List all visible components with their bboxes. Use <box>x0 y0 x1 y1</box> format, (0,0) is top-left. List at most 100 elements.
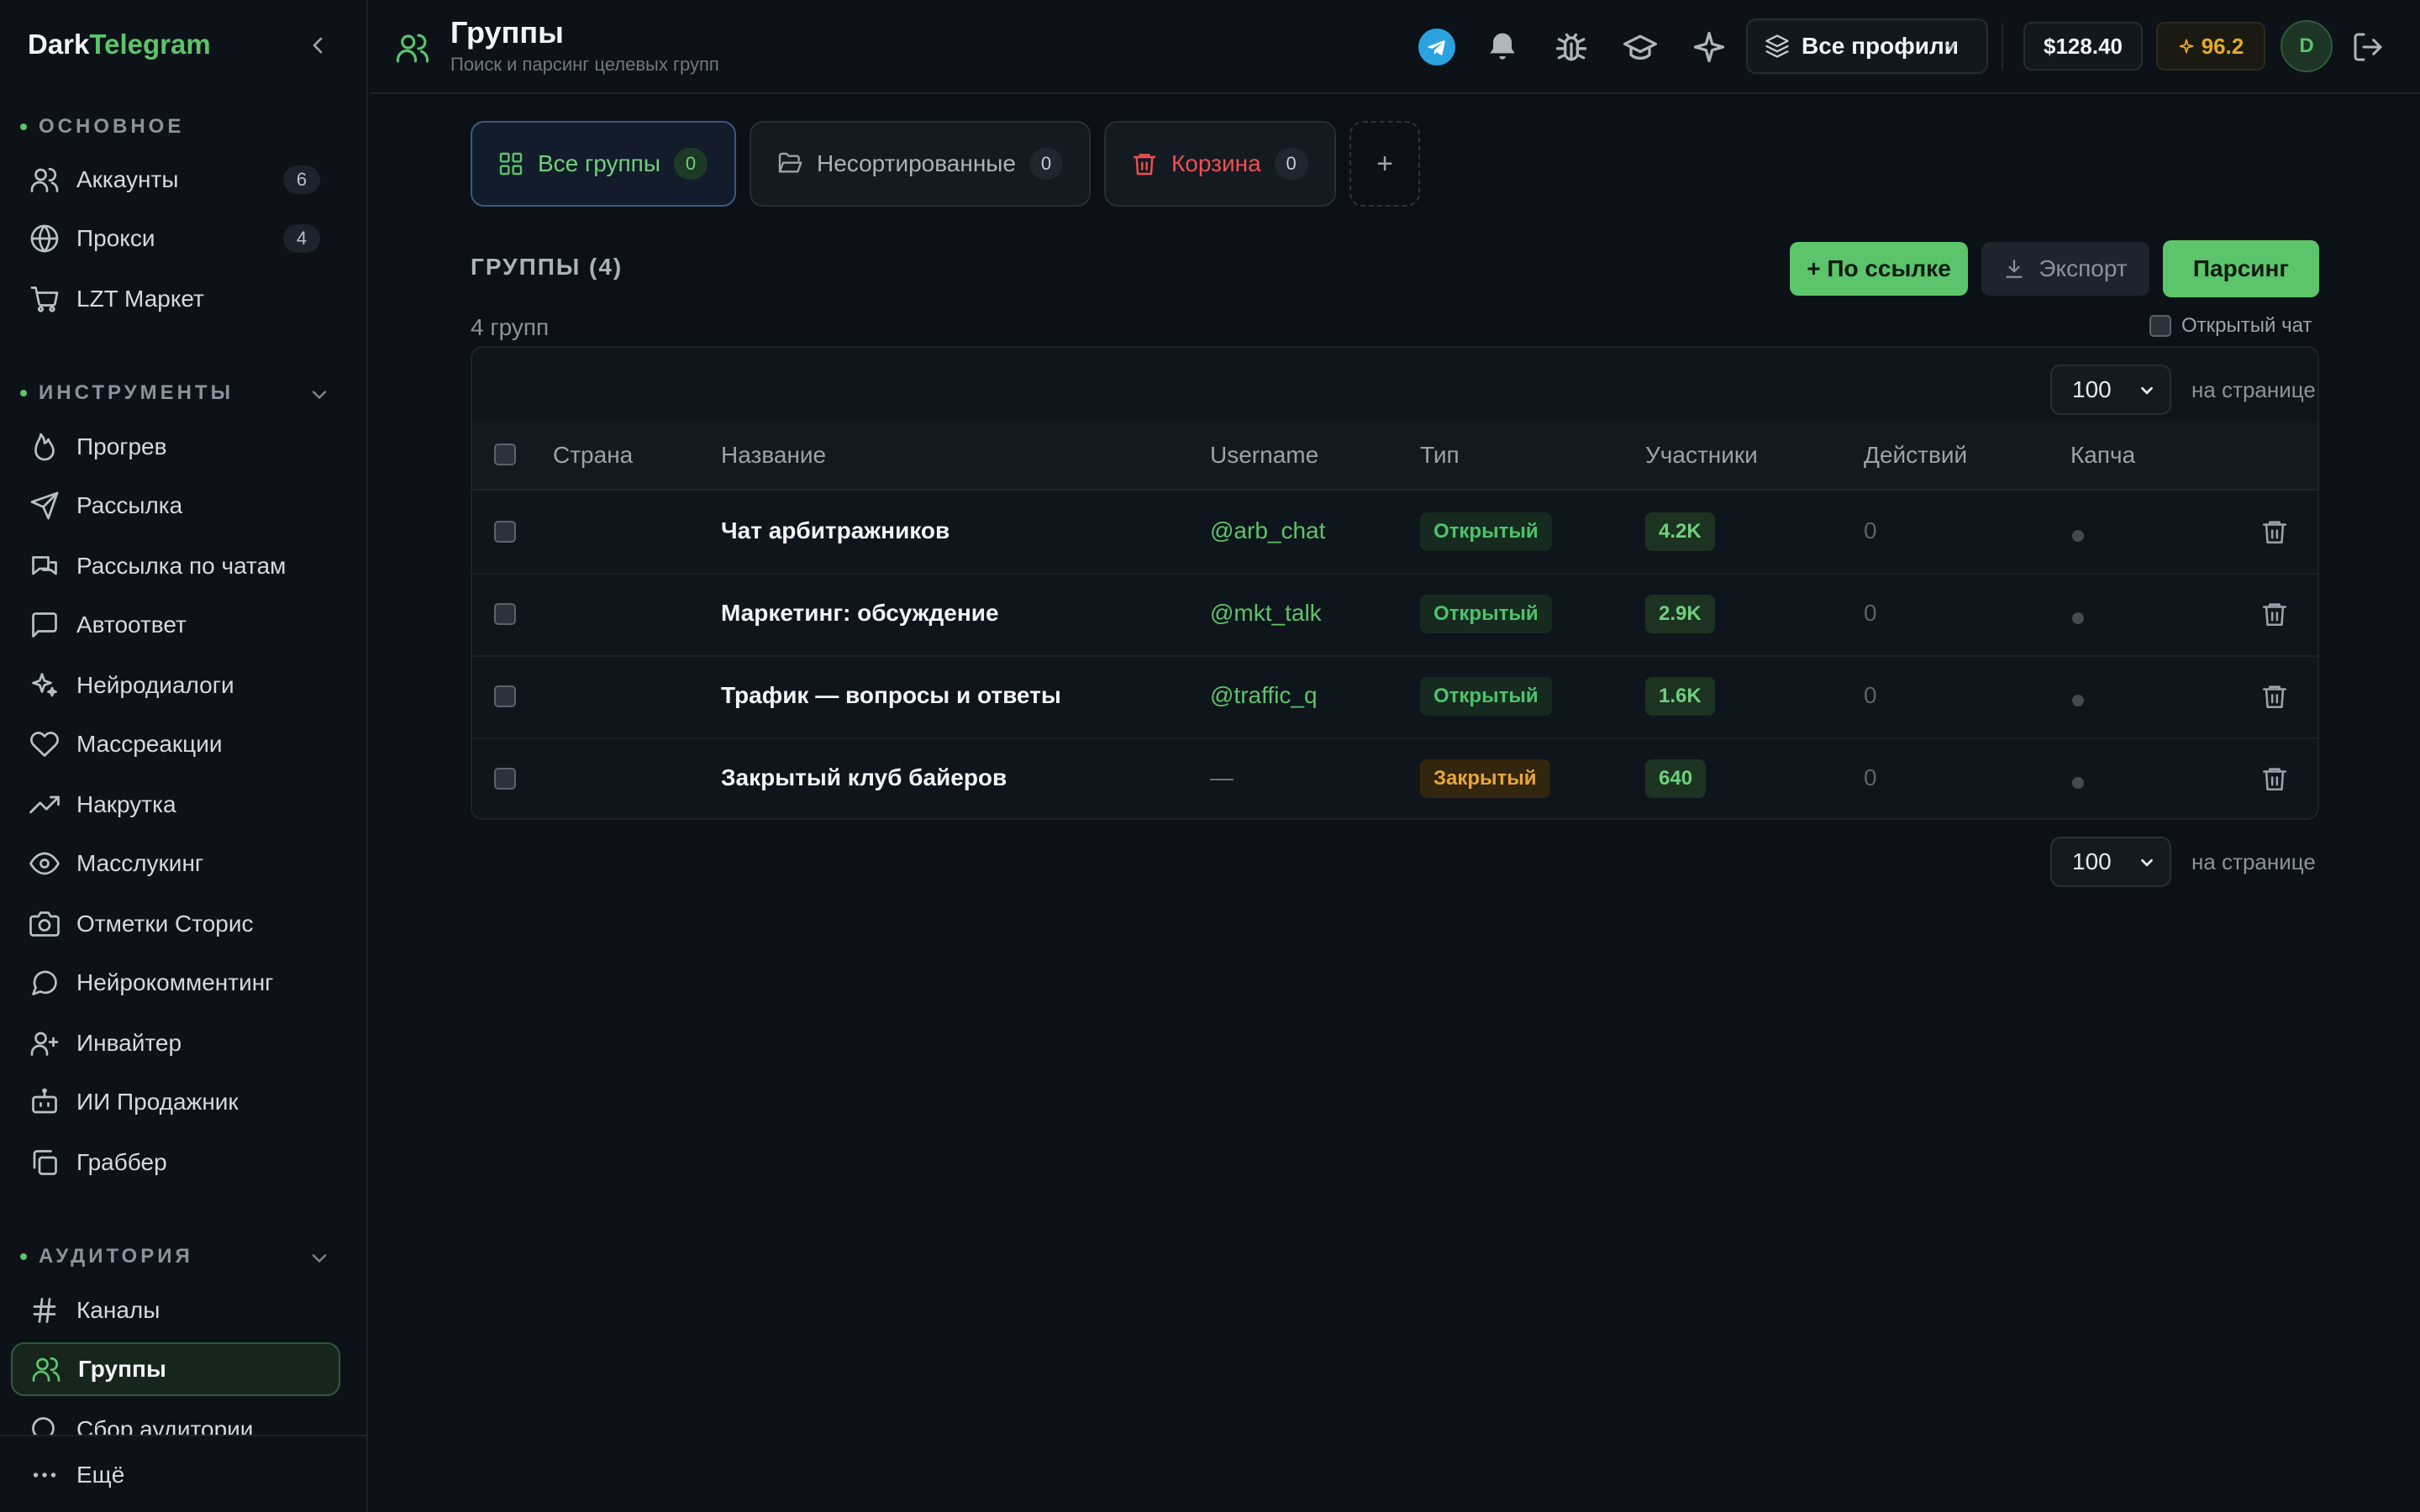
avatar[interactable]: D <box>2281 20 2333 72</box>
sidebar-item-grabber[interactable]: Граббер <box>11 1136 340 1189</box>
sidebar-item-neurocommenting[interactable]: Нейрокомментинг <box>11 956 340 1010</box>
folder-tab-label: Несортированные <box>817 150 1017 176</box>
trash-icon <box>1131 150 1158 177</box>
per-page-bottom: 100 на странице <box>2050 837 2316 887</box>
sidebar-item-label: Инвайтер <box>76 1030 182 1056</box>
row-checkbox[interactable] <box>494 521 516 543</box>
trash-icon[interactable] <box>2260 764 2289 793</box>
captcha-status-dot <box>2072 777 2084 789</box>
sidebar-item-label: Граббер <box>76 1149 167 1175</box>
sidebar-item-proxy[interactable]: Прокси 4 <box>11 212 340 265</box>
balance-badge[interactable]: $128.40 <box>2023 22 2143 71</box>
folder-count-badge: 0 <box>1029 148 1064 180</box>
hash-icon <box>29 1295 60 1326</box>
sidebar-item-story-tags[interactable]: Отметки Сторис <box>11 897 340 951</box>
sidebar-item-mailing[interactable]: Рассылка <box>11 479 340 533</box>
sidebar-item-ai-seller[interactable]: ИИ Продажник <box>11 1075 340 1129</box>
sidebar-item-more[interactable]: Ещё <box>11 1448 340 1502</box>
sparkle-icon[interactable] <box>1691 29 1728 66</box>
sidebar-item-groups[interactable]: Группы <box>11 1342 340 1396</box>
flame-icon <box>29 432 60 462</box>
column-header-type[interactable]: Тип <box>1420 442 1460 469</box>
table-row[interactable]: Трафик — вопросы и ответы @traffic_q Отк… <box>472 657 2317 739</box>
sidebar-item-lzt-market[interactable]: LZT Маркет <box>11 272 340 326</box>
cell-name[interactable]: Чат арбитражников <box>721 517 950 544</box>
sidebar-item-boost[interactable]: Накрутка <box>11 778 340 832</box>
open-chat-checkbox[interactable] <box>2149 315 2171 337</box>
column-header-captcha[interactable]: Капча <box>2070 442 2135 469</box>
sidebar-item-neurodialogs[interactable]: Нейродиалоги <box>11 659 340 712</box>
globe-icon <box>29 223 60 254</box>
section-audience-title[interactable]: АУДИТОРИЯ <box>20 1243 193 1270</box>
chevron-down-icon[interactable] <box>308 1247 331 1270</box>
export-button[interactable]: Экспорт <box>1981 242 2149 296</box>
per-page-select[interactable]: 100 <box>2050 837 2171 887</box>
sidebar-item-label: Накрутка <box>76 791 176 817</box>
cell-actions-count: 0 <box>1864 682 1877 708</box>
column-header-country[interactable]: Страна <box>553 442 633 469</box>
trash-icon[interactable] <box>2260 682 2289 711</box>
telegram-icon[interactable] <box>1418 29 1455 66</box>
cell-name[interactable]: Трафик — вопросы и ответы <box>721 682 1061 709</box>
add-by-link-button[interactable]: + По ссылке <box>1790 242 1968 296</box>
cell-username[interactable]: @arb_chat <box>1210 517 1325 544</box>
sidebar-item-chat-mailing[interactable]: Рассылка по чатам <box>11 539 340 593</box>
cell-username[interactable]: @traffic_q <box>1210 682 1318 709</box>
trash-icon[interactable] <box>2260 600 2289 628</box>
row-checkbox[interactable] <box>494 768 516 790</box>
sidebar-item-mass-reactions[interactable]: Массреакции <box>11 717 340 771</box>
chevron-down-icon[interactable] <box>308 383 331 407</box>
type-badge: Открытый <box>1420 677 1552 716</box>
rating-badge[interactable]: 96.2 <box>2156 22 2265 71</box>
captcha-status-dot <box>2072 695 2084 706</box>
sidebar-item-label: Прогрев <box>76 433 167 459</box>
per-page-select[interactable]: 100 <box>2050 365 2171 415</box>
rating-value: 96.2 <box>2201 33 2244 59</box>
folder-tab-label: Корзина <box>1171 150 1261 176</box>
cell-username[interactable]: @mkt_talk <box>1210 600 1322 627</box>
chevron-down-icon <box>1941 37 1960 55</box>
column-header-name[interactable]: Название <box>721 442 826 469</box>
cell-name[interactable]: Маркетинг: обсуждение <box>721 600 999 627</box>
logout-icon[interactable] <box>2351 30 2385 64</box>
sidebar-item-label: Рассылка по чатам <box>76 553 287 579</box>
eye-icon <box>29 848 60 879</box>
table-row[interactable]: Маркетинг: обсуждение @mkt_talk Открытый… <box>472 575 2317 657</box>
trash-icon[interactable] <box>2260 517 2289 546</box>
sidebar-item-inviter[interactable]: Инвайтер <box>11 1016 340 1070</box>
graduation-cap-icon[interactable] <box>1622 29 1659 66</box>
members-badge: 640 <box>1645 759 1707 798</box>
folder-tab-trash[interactable]: Корзина 0 <box>1104 121 1336 207</box>
copy-icon <box>29 1147 60 1178</box>
sidebar-item-masslooking[interactable]: Масслукинг <box>11 837 340 890</box>
add-folder-button[interactable]: + <box>1349 121 1420 207</box>
sidebar-item-channels[interactable]: Каналы <box>11 1284 340 1337</box>
row-checkbox[interactable] <box>494 603 516 625</box>
open-chat-filter[interactable]: Открытый чат <box>2149 314 2312 338</box>
column-header-username[interactable]: Username <box>1210 442 1318 469</box>
folder-tab-all-groups[interactable]: Все группы 0 <box>471 121 736 207</box>
cell-name[interactable]: Закрытый клуб байеров <box>721 764 1007 791</box>
folder-count-badge: 0 <box>673 148 708 180</box>
sidebar-item-accounts[interactable]: Аккаунты 6 <box>11 153 340 207</box>
folder-tab-unsorted[interactable]: Несортированные 0 <box>750 121 1091 207</box>
table-row[interactable]: Чат арбитражников @arb_chat Открытый 4.2… <box>472 492 2317 575</box>
bug-icon[interactable] <box>1553 29 1590 66</box>
section-tools-title[interactable]: ИНСТРУМЕНТЫ <box>20 380 234 407</box>
sidebar-item-warmup[interactable]: Прогрев <box>11 420 340 474</box>
parse-button[interactable]: Парсинг <box>2163 240 2319 297</box>
bell-icon[interactable] <box>1484 29 1521 66</box>
per-page-top: 100 на странице <box>2050 365 2316 415</box>
brand-logo[interactable]: DarkTelegram <box>28 29 211 60</box>
collapse-sidebar-icon[interactable] <box>304 32 331 59</box>
table-row[interactable]: Закрытый клуб байеров — Закрытый 640 0 <box>472 739 2317 818</box>
type-badge: Открытый <box>1420 512 1552 551</box>
select-all-checkbox[interactable] <box>494 444 516 465</box>
sidebar-item-autoreply[interactable]: Автоответ <box>11 598 340 652</box>
row-checkbox[interactable] <box>494 685 516 707</box>
column-header-actions[interactable]: Действий <box>1864 442 1967 469</box>
profile-select[interactable]: Все профили <box>1746 18 1988 74</box>
trending-up-icon <box>29 790 60 820</box>
column-header-members[interactable]: Участники <box>1645 442 1758 469</box>
sidebar-footer: Ещё <box>0 1435 366 1512</box>
